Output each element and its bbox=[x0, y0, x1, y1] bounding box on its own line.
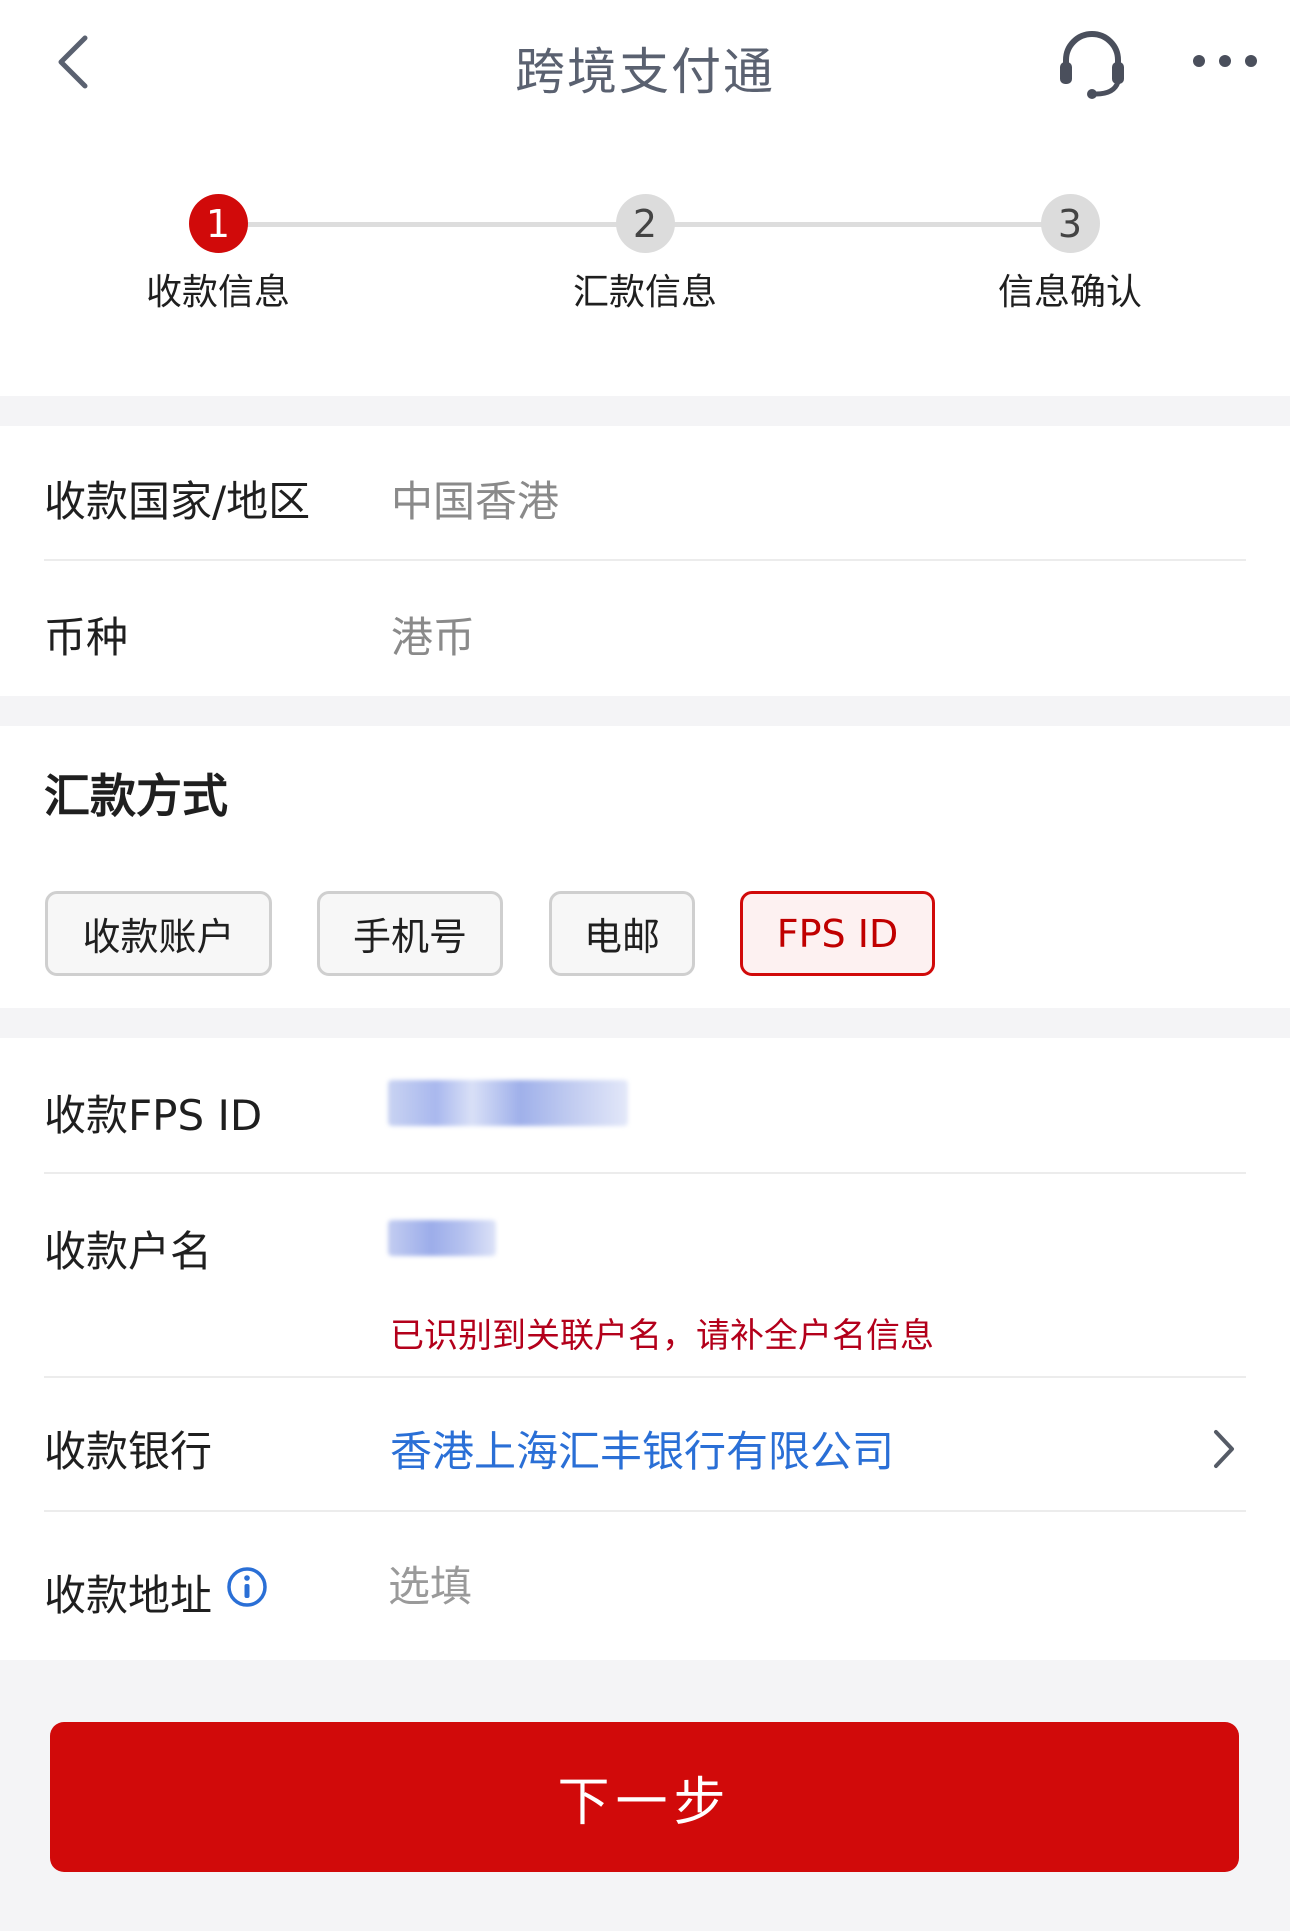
step-number: 3 bbox=[1040, 194, 1100, 253]
chevron-right-icon[interactable] bbox=[1208, 1424, 1238, 1474]
step-3: 3 信息确认 bbox=[920, 194, 1220, 315]
step-2: 2 汇款信息 bbox=[495, 194, 795, 315]
step-1: 1 收款信息 bbox=[68, 194, 368, 315]
account-name-hint: 已识别到关联户名，请补全户名信息 bbox=[390, 1316, 934, 1356]
method-option-account[interactable]: 收款账户 bbox=[45, 891, 272, 976]
nav-bar: 跨境支付通 bbox=[0, 0, 1290, 130]
step-number: 1 bbox=[188, 194, 248, 253]
step-number: 2 bbox=[615, 194, 675, 253]
step-label: 收款信息 bbox=[145, 272, 290, 313]
more-button[interactable] bbox=[1180, 26, 1270, 96]
method-option-phone[interactable]: 手机号 bbox=[317, 891, 503, 976]
more-dots-icon bbox=[1193, 55, 1257, 67]
divider bbox=[44, 559, 1246, 561]
fps-id-label: 收款FPS ID bbox=[44, 1091, 263, 1140]
address-input[interactable] bbox=[388, 1556, 1188, 1616]
step-label: 信息确认 bbox=[997, 272, 1142, 313]
step-label: 汇款信息 bbox=[572, 272, 717, 313]
country-label: 收款国家/地区 bbox=[44, 477, 311, 526]
account-name-label: 收款户名 bbox=[44, 1227, 213, 1276]
customer-service-button[interactable] bbox=[1048, 18, 1136, 106]
fps-id-field[interactable] bbox=[388, 1080, 628, 1126]
bank-selector[interactable]: 香港上海汇丰银行有限公司 bbox=[390, 1418, 894, 1479]
address-label: 收款地址 bbox=[44, 1571, 213, 1620]
divider bbox=[44, 1172, 1246, 1174]
bank-label: 收款银行 bbox=[44, 1427, 213, 1476]
method-option-email[interactable]: 电邮 bbox=[549, 891, 695, 976]
account-name-field[interactable] bbox=[388, 1220, 496, 1256]
currency-label: 币种 bbox=[44, 613, 129, 662]
section-title: 汇款方式 bbox=[44, 769, 228, 823]
region-card: 收款国家/地区 中国香港 币种 港币 bbox=[0, 426, 1290, 696]
headset-icon bbox=[1060, 31, 1124, 99]
divider bbox=[44, 1376, 1246, 1378]
country-value: 中国香港 bbox=[391, 477, 560, 526]
method-option-fps-id[interactable]: FPS ID bbox=[740, 891, 935, 976]
progress-stepper: 1 收款信息 2 汇款信息 3 信息确认 bbox=[0, 130, 1290, 396]
divider bbox=[44, 1510, 1246, 1512]
info-icon[interactable] bbox=[226, 1566, 268, 1608]
next-step-button[interactable]: 下一步 bbox=[50, 1722, 1239, 1872]
currency-value: 港币 bbox=[391, 613, 476, 662]
